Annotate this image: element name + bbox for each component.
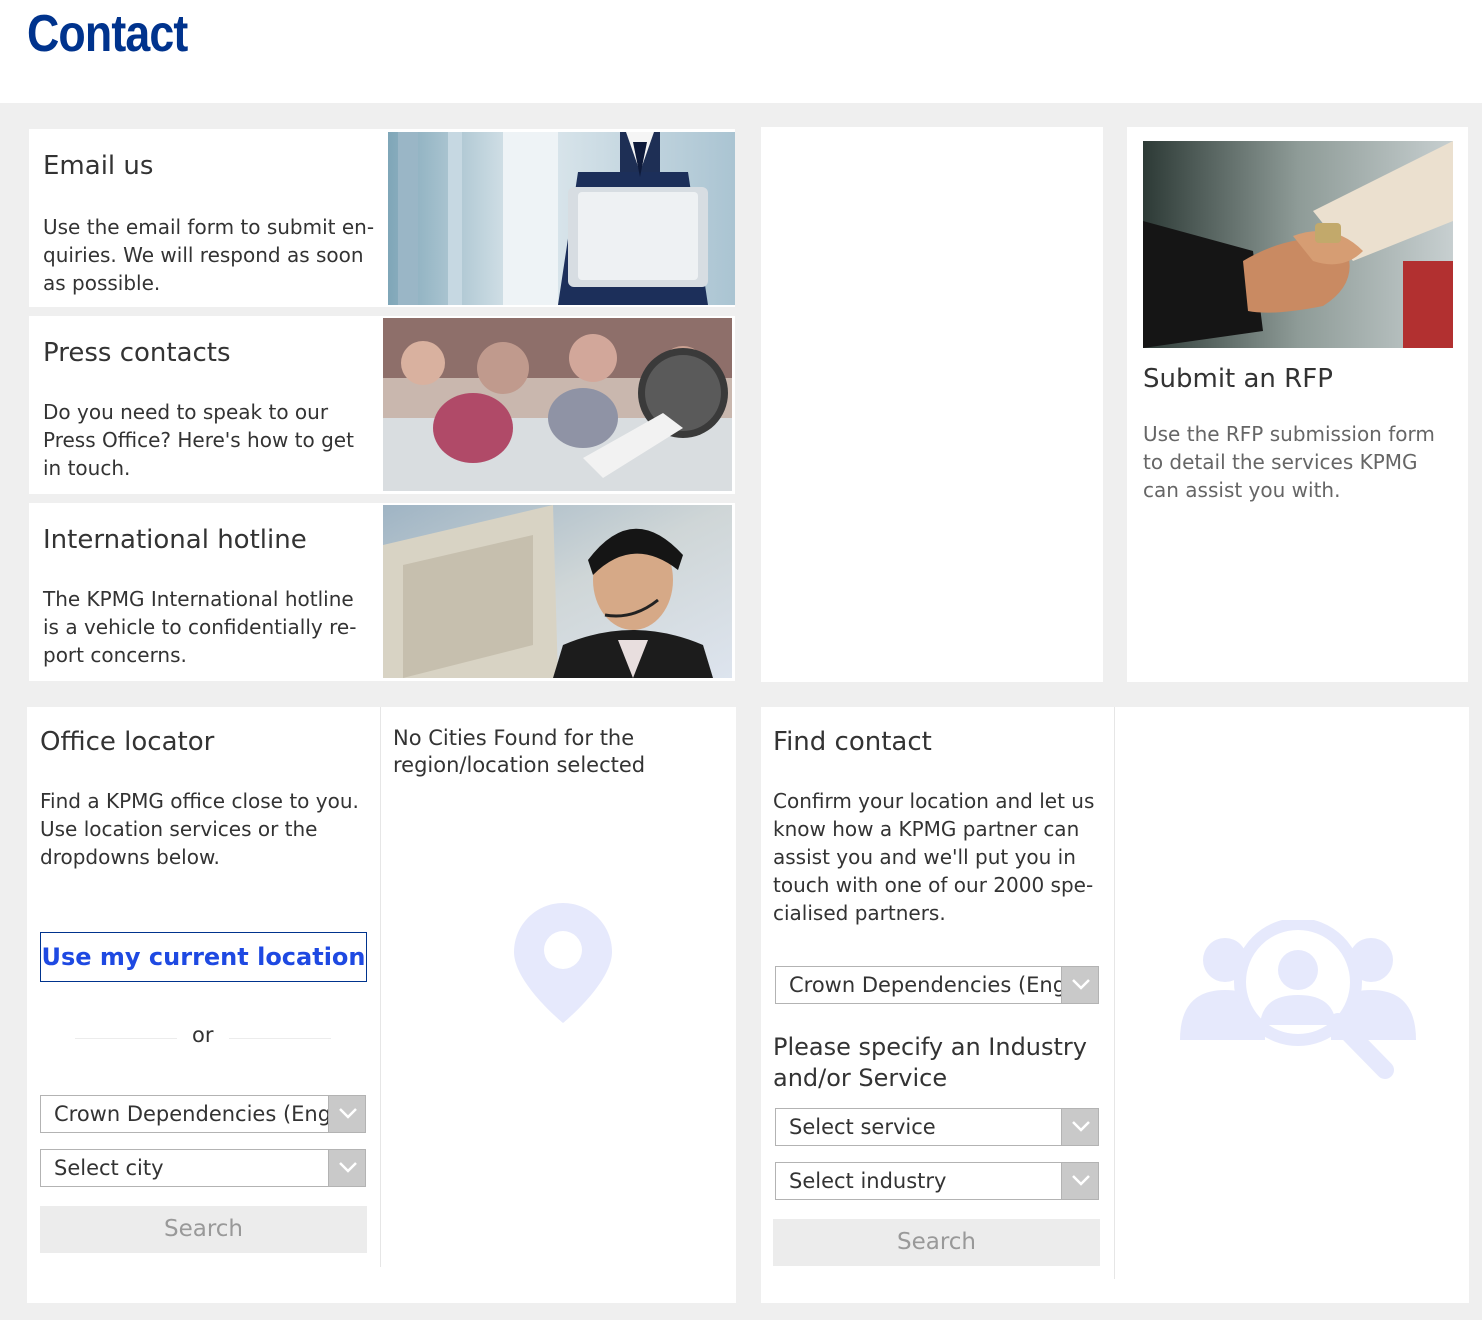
office-city-select-value: Select city bbox=[54, 1156, 164, 1180]
page-title: Contact bbox=[27, 5, 188, 63]
people-search-icon bbox=[1180, 918, 1416, 1080]
contact-region-select-value: Crown Dependencies (English) bbox=[789, 973, 1098, 997]
submit-rfp-card[interactable]: Submit an RFP Use the RFP submission for… bbox=[1127, 127, 1468, 682]
industry-select-value: Select industry bbox=[789, 1169, 947, 1193]
service-select[interactable]: Select service bbox=[775, 1108, 1099, 1146]
press-contacts-description: Do you need to speak to our Press Office… bbox=[43, 400, 354, 480]
international-hotline-description: The KPMG International hotline is a vehi… bbox=[43, 587, 357, 667]
chevron-down-icon bbox=[1061, 1163, 1098, 1199]
find-contact-divider bbox=[1114, 707, 1115, 1279]
contact-region-select[interactable]: Crown Dependencies (English) bbox=[775, 966, 1099, 1004]
chevron-down-icon bbox=[1061, 967, 1098, 1003]
office-locator-divider bbox=[380, 707, 381, 1267]
find-contact-description: Confirm your location and let us know ho… bbox=[773, 789, 1095, 925]
find-contact-title: Find contact bbox=[773, 727, 932, 757]
or-divider-left bbox=[75, 1038, 177, 1039]
chevron-down-icon bbox=[328, 1096, 365, 1132]
submit-rfp-description: Use the RFP submission form to detail th… bbox=[1143, 422, 1435, 502]
contact-search-button[interactable]: Search bbox=[773, 1219, 1100, 1266]
map-pin-icon bbox=[514, 903, 612, 1023]
industry-service-heading: Please specify an Industry and/or Servic… bbox=[773, 1033, 1088, 1092]
office-region-select[interactable]: Crown Dependencies (English) bbox=[40, 1095, 366, 1133]
industry-select[interactable]: Select industry bbox=[775, 1162, 1099, 1200]
service-select-value: Select service bbox=[789, 1115, 936, 1139]
email-us-photo bbox=[388, 132, 735, 305]
submit-rfp-title: Submit an RFP bbox=[1143, 364, 1333, 394]
international-hotline-title: International hotline bbox=[43, 525, 307, 555]
press-contacts-card[interactable]: Press contacts Do you need to speak to o… bbox=[29, 316, 735, 494]
international-hotline-card[interactable]: International hotline The KPMG Internati… bbox=[29, 503, 735, 681]
office-locator-card: Office locator Find a KPMG office close … bbox=[27, 707, 736, 1303]
use-current-location-button[interactable]: Use my current location bbox=[40, 932, 367, 982]
find-contact-card: Find contact Confirm your location and l… bbox=[761, 707, 1469, 1303]
email-us-title: Email us bbox=[43, 151, 154, 181]
no-cities-message: No Cities Found for the region/location … bbox=[393, 726, 646, 777]
office-city-select[interactable]: Select city bbox=[40, 1149, 366, 1187]
press-contacts-title: Press contacts bbox=[43, 338, 231, 368]
office-locator-title: Office locator bbox=[40, 727, 215, 757]
email-us-description: Use the email form to submit en­quiries.… bbox=[43, 215, 375, 295]
office-locator-description: Find a KPMG office close to you. Use loc… bbox=[40, 789, 359, 869]
email-us-card[interactable]: Email us Use the email form to submit en… bbox=[29, 129, 735, 307]
or-divider-right bbox=[229, 1038, 331, 1039]
chevron-down-icon bbox=[1061, 1109, 1098, 1145]
or-label: or bbox=[192, 1023, 214, 1047]
submit-rfp-photo bbox=[1143, 141, 1453, 348]
chevron-down-icon bbox=[328, 1150, 365, 1186]
international-hotline-photo bbox=[383, 505, 732, 678]
office-search-button[interactable]: Search bbox=[40, 1206, 367, 1253]
page-header: Contact bbox=[0, 0, 1482, 103]
office-region-select-value: Crown Dependencies (English) bbox=[54, 1102, 365, 1126]
press-contacts-photo bbox=[383, 318, 732, 491]
empty-card bbox=[761, 127, 1103, 682]
